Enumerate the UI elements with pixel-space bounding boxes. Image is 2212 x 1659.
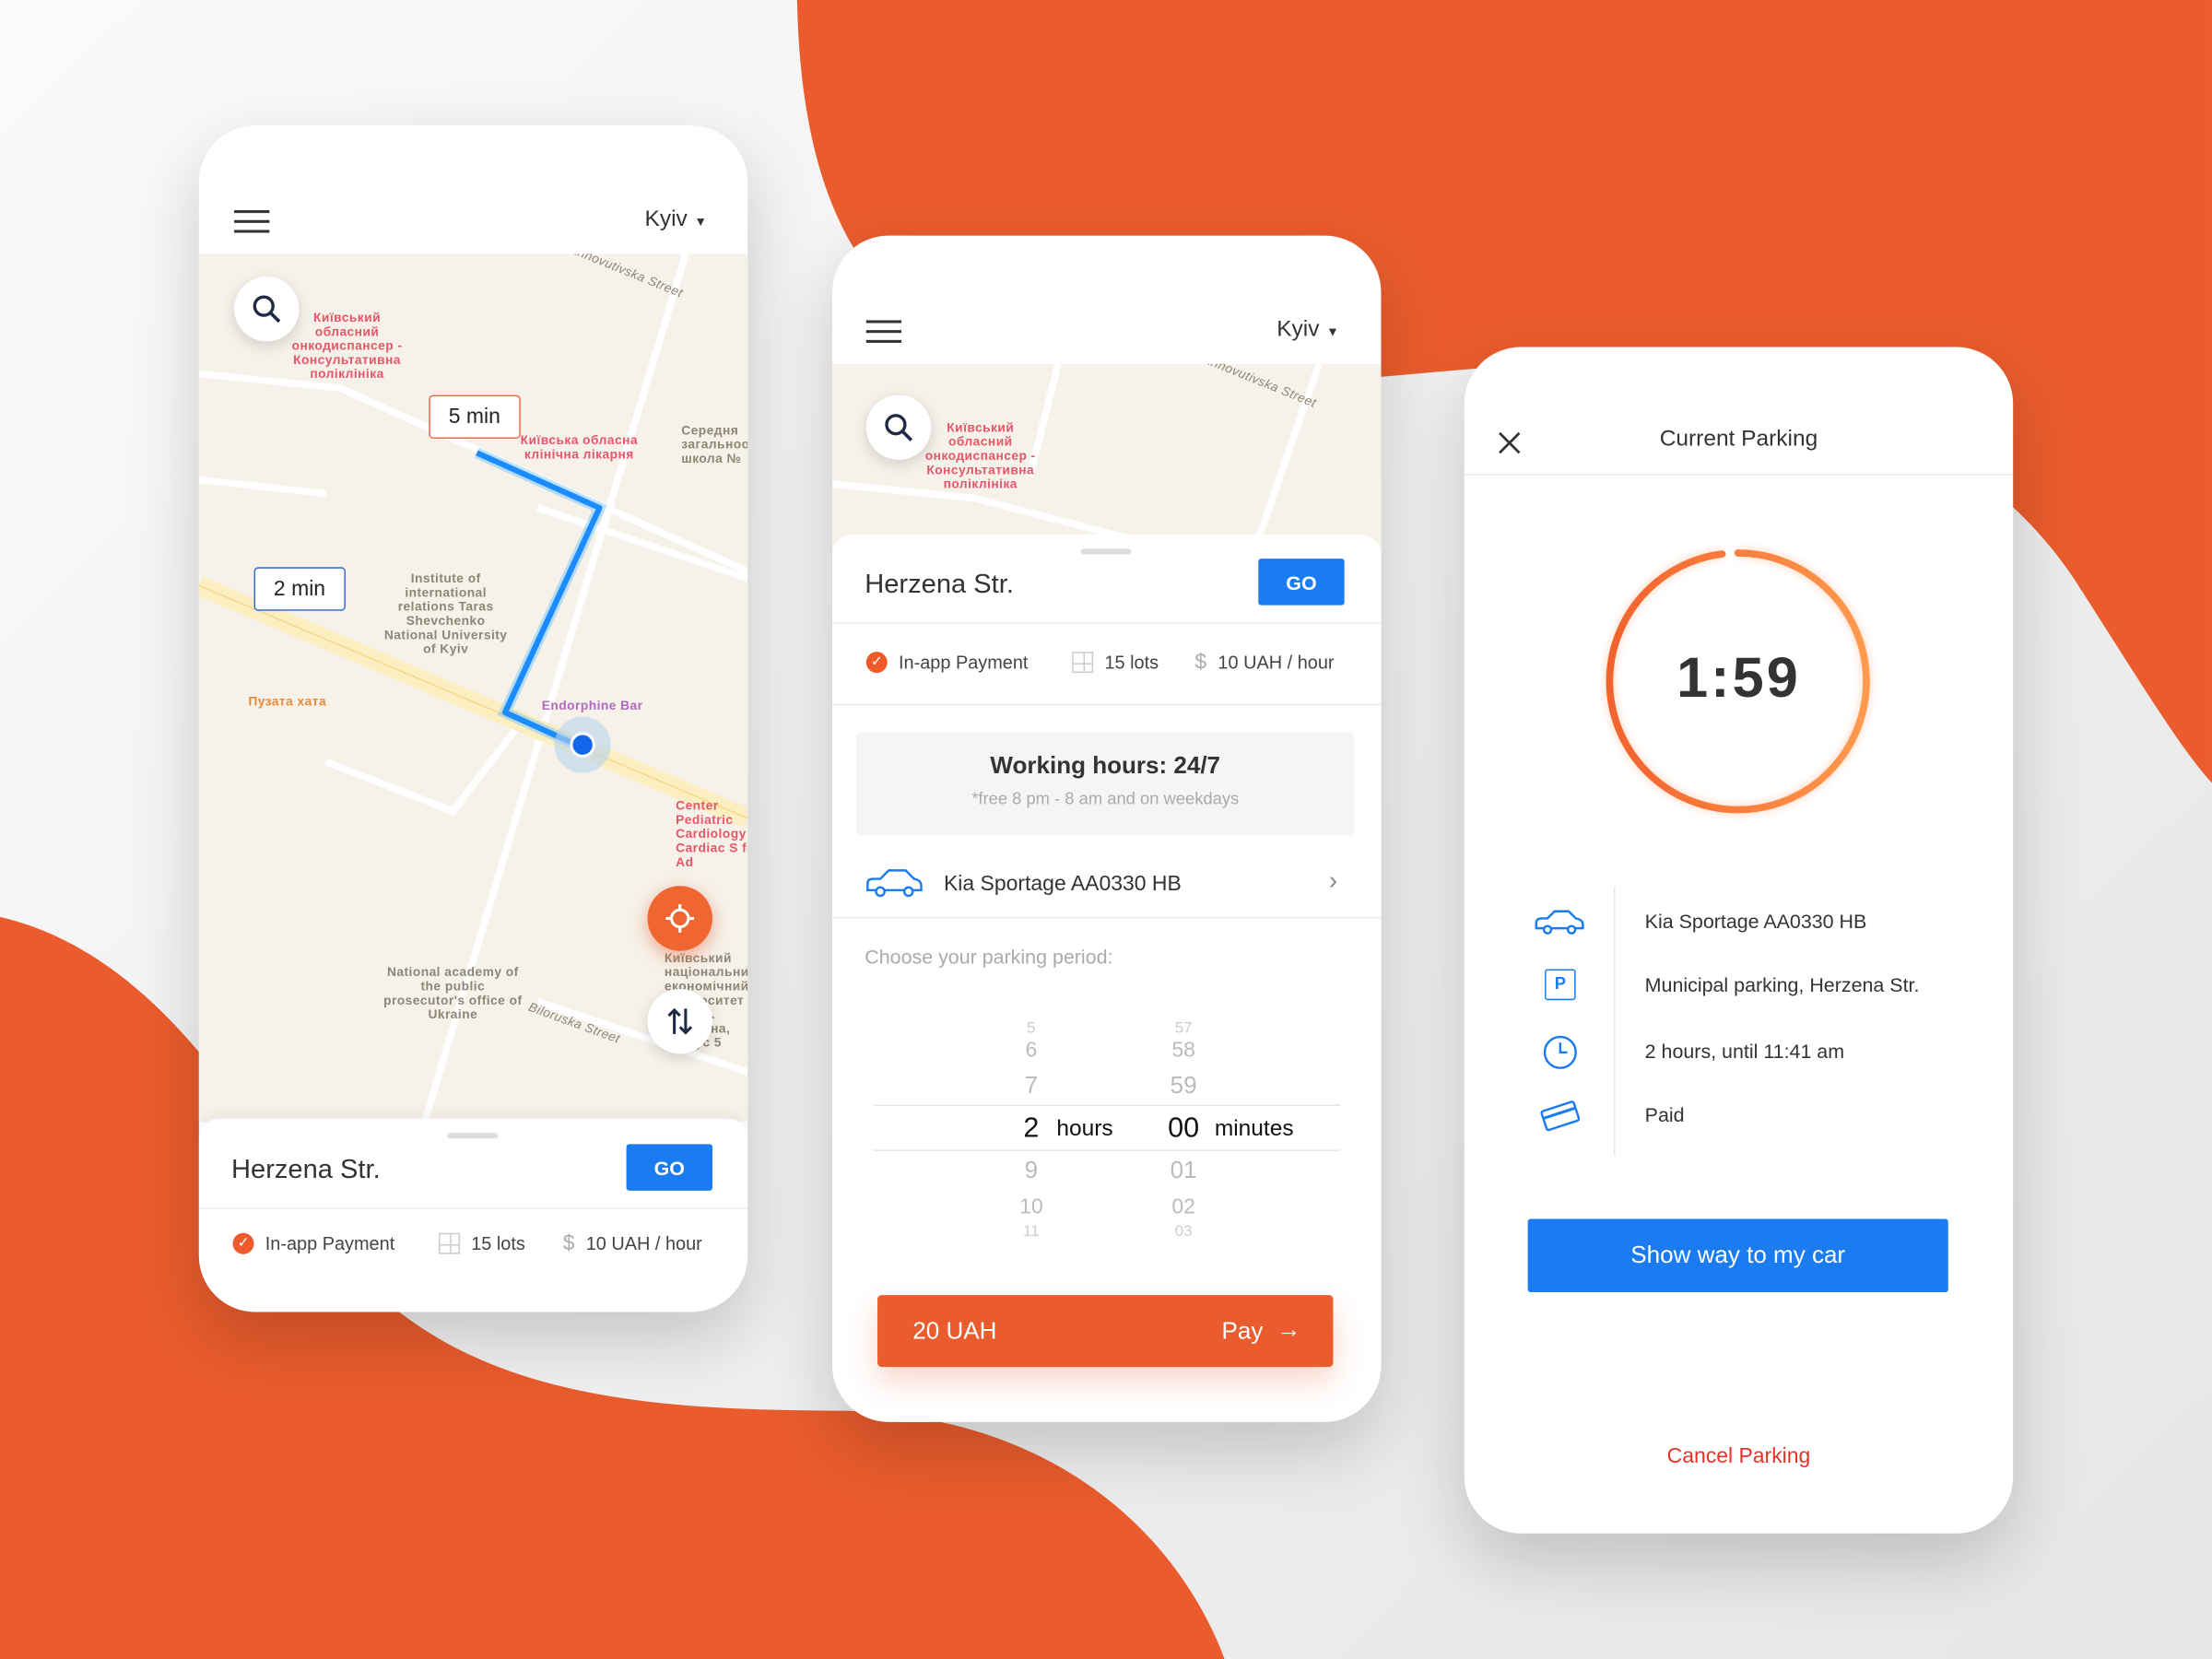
car-icon: [866, 869, 923, 898]
swap-route-button[interactable]: [647, 988, 712, 1054]
clock-icon: [1543, 1035, 1577, 1069]
lots-icon: [439, 1232, 460, 1254]
minutes-selected: 00: [1168, 1112, 1200, 1145]
lots-icon: [1072, 652, 1094, 674]
parking-title: Herzena Str.: [865, 570, 1014, 600]
parking-sheet: Herzena Str. GO ✓ In-app Payment 15 lots …: [198, 1118, 748, 1312]
search-button[interactable]: [865, 394, 932, 460]
search-icon: [253, 295, 281, 324]
map-view[interactable]: Bahhovutivska Street Київський обласний …: [832, 363, 1382, 547]
lots-info: 15 lots: [439, 1232, 525, 1254]
caret-down-icon: ▼: [1326, 324, 1339, 339]
route-time-callout[interactable]: 5 min: [429, 394, 521, 440]
lots-info: 15 lots: [1072, 652, 1159, 674]
hamburger-icon[interactable]: [865, 320, 902, 343]
sheet-handle[interactable]: [1080, 548, 1132, 555]
go-button[interactable]: GO: [1258, 559, 1345, 606]
crosshair-icon: [665, 904, 695, 933]
arrow-right-icon: →: [1277, 1316, 1301, 1344]
parking-icon: P: [1545, 969, 1576, 1001]
chevron-right-icon: ›: [1328, 865, 1338, 895]
parking-details-screen: Kyiv ▼ Bahhovutivska Street Київський обл…: [832, 235, 1382, 1422]
show-way-button[interactable]: Show way to my car: [1527, 1218, 1948, 1293]
sheet-handle[interactable]: [447, 1133, 499, 1139]
check-icon: ✓: [232, 1232, 254, 1254]
check-icon: ✓: [865, 652, 888, 674]
map-view[interactable]: Bahhovutivska Street Biloruska Street Ки…: [198, 253, 748, 1122]
parking-title: Herzena Str.: [231, 1155, 381, 1185]
cancel-parking-link[interactable]: Cancel Parking: [1465, 1444, 2013, 1468]
alt-route-time-callout[interactable]: 2 min: [253, 567, 346, 611]
city-selector[interactable]: Kyiv ▼: [644, 207, 707, 233]
screen-title: Current Parking: [1659, 427, 1818, 452]
dollar-icon: $: [562, 1231, 575, 1256]
pay-button[interactable]: 20 UAH Pay →: [877, 1295, 1334, 1368]
current-parking-screen: Current Parking 1:59 P Kia Sportage AA03…: [1464, 347, 2014, 1534]
parking-sheet: Herzena Str. GO ✓ In-app Payment 15 lots …: [832, 535, 1382, 1422]
hours-selected: 2: [1023, 1112, 1040, 1145]
car-selector[interactable]: Kia Sportage AA0330 HB ›: [832, 852, 1382, 919]
working-hours-box: Working hours: 24/7 *free 8 pm - 8 am an…: [856, 732, 1355, 836]
dollar-icon: $: [1194, 650, 1207, 675]
search-icon: [885, 414, 913, 441]
caret-down-icon: ▼: [694, 214, 708, 229]
detail-payment: Paid: [1644, 1102, 1685, 1126]
payment-info: ✓ In-app Payment: [232, 1232, 394, 1254]
price-info: $10 UAH / hour: [562, 1231, 702, 1256]
timer-value: 1:59: [1677, 647, 1801, 710]
map-screen: Kyiv ▼ Bahhovutivska Street Biloruska Str…: [198, 125, 748, 1312]
hamburger-icon[interactable]: [234, 210, 270, 233]
swap-arrows-icon: [667, 1007, 693, 1035]
price-info: $10 UAH / hour: [1194, 650, 1335, 675]
city-selector[interactable]: Kyiv ▼: [1277, 317, 1339, 343]
detail-car: Kia Sportage AA0330 HB: [1644, 910, 1867, 933]
car-icon: [1535, 910, 1584, 935]
duration-picker[interactable]: 5 6 7 2 hours 9 10 11 57 58 59 00 minute…: [832, 1000, 1381, 1254]
go-button[interactable]: GO: [626, 1144, 712, 1191]
credit-card-icon: [1540, 1100, 1581, 1132]
payment-info: ✓ In-app Payment: [865, 652, 1028, 674]
divider: [1614, 887, 1616, 1156]
locate-me-button[interactable]: [647, 886, 712, 951]
search-button[interactable]: [234, 276, 300, 342]
detail-duration: 2 hours, until 11:41 am: [1644, 1040, 1845, 1063]
detail-location: Municipal parking, Herzena Str.: [1644, 973, 1920, 996]
